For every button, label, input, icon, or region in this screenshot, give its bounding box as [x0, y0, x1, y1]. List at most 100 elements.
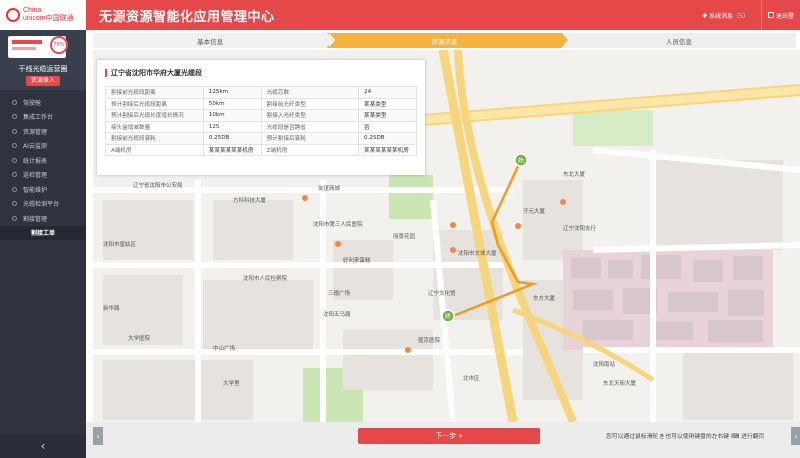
sidebar-item-ai-monitor[interactable]: AI云监测 — [0, 139, 86, 154]
info-value: 某某类型 — [358, 97, 417, 110]
brand-line2: unicom中国联通 — [23, 15, 74, 22]
map-label: 沈阳市文体大厦 — [458, 249, 497, 257]
app-window: China unicom中国联通 78% 干线光缆运营圈 资源录入 驾驶舱 集成… — [0, 0, 800, 458]
next-step-button[interactable]: 下一步 » — [358, 428, 540, 444]
info-value: 125 — [202, 120, 262, 133]
map-label: 沈阳五马路 — [323, 310, 351, 318]
poi-icon — [302, 195, 308, 201]
info-row: 割接前光缆段距离 125km 光缆芯数 24 — [105, 86, 417, 99]
info-value: 125km — [202, 86, 262, 99]
map-label: 友谊商城 — [318, 184, 341, 192]
step-progress: 基本信息 资源信息 人员信息 — [93, 33, 796, 48]
svg-text:始: 始 — [518, 157, 524, 165]
map-label: 北市区 — [463, 374, 480, 382]
resource-icon — [12, 128, 17, 134]
map-label: 辽宁省沈阳市公安局 — [133, 181, 183, 189]
end-marker[interactable]: 终 — [441, 309, 455, 323]
park-area — [573, 110, 653, 146]
info-row: A端机房 某某某某某某机房 Z端机房 某某某某某某机房 — [105, 143, 417, 156]
info-value: 否 — [358, 120, 417, 133]
sidebar-item-reports[interactable]: 统计报表 — [0, 153, 86, 168]
poi-icon — [405, 347, 411, 353]
app-title: 无源资源智能化应用管理中心 — [99, 9, 275, 25]
chevron-left-icon: ‹ — [96, 431, 100, 441]
start-marker[interactable]: 始 — [514, 153, 528, 167]
info-row: 割接前光缆段衰耗 0.25DB 预计割接后衰耗 0.25DB — [105, 132, 417, 145]
inspection-icon — [12, 172, 17, 178]
sidebar-item-inspection[interactable]: 巡检管理 — [0, 168, 86, 183]
info-key: 预计割接后光缆段距离 — [105, 97, 204, 110]
map-label: 辽宁沈阳支行 — [563, 224, 597, 232]
info-key: 接头盒增减数量 — [105, 120, 204, 133]
brand-line1: China — [23, 7, 42, 14]
info-value: 某某类型 — [358, 109, 417, 122]
sidebar: China unicom中国联通 78% 干线光缆运营圈 资源录入 驾驶舱 集成… — [0, 0, 86, 458]
info-row: 预计割接后光缆段距离 50km 割接前光纤类型 某某类型 — [105, 97, 417, 110]
map-label: 中山广场 — [213, 344, 236, 352]
sidebar-item-resource[interactable]: 资源管理 — [0, 124, 86, 139]
cable-info-panel: 辽宁省沈阳市华府大厦光缆段 割接前光缆段距离 125km 光缆芯数 24 预计割接后光缆… — [97, 60, 425, 175]
pagination-hint: 您可以通过鼠标滑轮 🖱 也可以使用键盘的左右键 ⌨ 进行翻页 — [606, 434, 765, 440]
sidebar-menu: 驾驶舱 集成工作台 资源管理 AI云监测 统计报表 巡检管理 智能维护 光缆检测… — [0, 95, 86, 240]
sidebar-collapse-button[interactable]: ‹ — [0, 434, 86, 458]
prev-page-button[interactable]: ‹ — [93, 427, 103, 445]
map-label: 汗元大厦 — [523, 207, 546, 215]
sidebar-item-cutover[interactable]: 割接管理 — [0, 211, 86, 226]
logout-icon — [767, 12, 774, 18]
title-accent-bar — [105, 69, 107, 77]
info-value: 0.25DB — [202, 132, 262, 145]
sidebar-item-maintenance[interactable]: 智能维护 — [0, 182, 86, 197]
bottom-bar: ‹ 下一步 » 您可以通过鼠标滑轮 🖱 也可以使用键盘的左右键 ⌨ 进行翻页 › — [86, 422, 800, 458]
map-label: 东北天街大厦 — [603, 379, 637, 387]
info-value: 0.25DB — [358, 132, 417, 145]
report-icon — [12, 157, 17, 163]
info-row: 预计割接后光缆长度增长情况 10km 割接入光纤类型 某某类型 — [105, 109, 417, 122]
map-label: 沈阳市皇姑区 — [103, 240, 137, 248]
chevron-right-icon: › — [794, 431, 798, 441]
cable-icon — [12, 201, 17, 207]
map-label: 沈阳市人民检察院 — [243, 274, 288, 282]
map-label: 东北大厦 — [563, 170, 586, 178]
poi-icon — [515, 223, 521, 229]
sidebar-item-cutover-order[interactable]: 割接工单 — [0, 225, 86, 240]
step-resource-info[interactable]: 资源信息 — [327, 33, 570, 48]
sidebar-item-dashboard[interactable]: 驾驶舱 — [0, 95, 86, 110]
brand-logo: China unicom中国联通 — [0, 0, 86, 30]
user-role-badge[interactable]: 资源录入 — [26, 76, 60, 86]
info-key: 光缆芯数 — [260, 86, 360, 99]
map-label: 沈阳南站 — [593, 360, 616, 368]
info-key: 预计割接后光缆长度增长情况 — [105, 109, 204, 122]
panel-title: 辽宁省沈阳市华府大厦光缆段 — [111, 69, 202, 77]
next-page-button[interactable]: › — [791, 427, 800, 445]
map-label: 盛京医院 — [418, 336, 441, 344]
step-basic-info[interactable]: 基本信息 — [93, 33, 336, 48]
map-label: 沈阳市第三人民医院 — [313, 220, 363, 228]
step-personnel-info[interactable]: 人员信息 — [562, 33, 796, 48]
map-label: 大学医院 — [128, 334, 151, 342]
park-area — [389, 175, 433, 219]
info-value: 50km — [202, 97, 262, 110]
info-key: 割接入光纤类型 — [260, 109, 360, 122]
cable-info-table: 割接前光缆段距离 125km 光缆芯数 24 预计割接后光缆段距离 50km 割接前光纤类型… — [105, 86, 417, 156]
info-key: 光缆段是否跨省 — [260, 120, 360, 133]
svg-text:终: 终 — [445, 313, 451, 321]
map-label: 好利来蛋糕 — [343, 256, 371, 264]
bell-icon: ◆ — [702, 11, 708, 19]
info-key: 割接前光缆段衰耗 — [105, 132, 204, 145]
map-label: 丽景花园 — [393, 232, 416, 240]
top-header: 无源资源智能化应用管理中心 ◆ 系统消息（5） 退出登 — [86, 0, 800, 30]
chevron-left-icon: ‹ — [40, 439, 46, 453]
map-label: 辽宁文化馆 — [428, 289, 456, 297]
map-label: 三德广场 — [328, 289, 351, 297]
info-key: A端机房 — [105, 143, 204, 156]
poi-icon — [450, 247, 456, 253]
sidebar-item-cable-check[interactable]: 光缆检测平台 — [0, 197, 86, 212]
ai-monitor-icon — [12, 143, 17, 149]
info-row: 接头盒增减数量 125 光缆段是否跨省否 — [105, 120, 417, 133]
info-value: 某某某某某某机房 — [358, 143, 417, 156]
maintenance-icon — [12, 186, 17, 192]
sidebar-item-workbench[interactable]: 集成工作台 — [0, 110, 86, 125]
logout-button[interactable]: 退出登 — [760, 0, 800, 30]
system-notice-link[interactable]: ◆ 系统消息（5） — [703, 11, 749, 20]
info-key: 割接前光缆段距离 — [105, 86, 204, 99]
